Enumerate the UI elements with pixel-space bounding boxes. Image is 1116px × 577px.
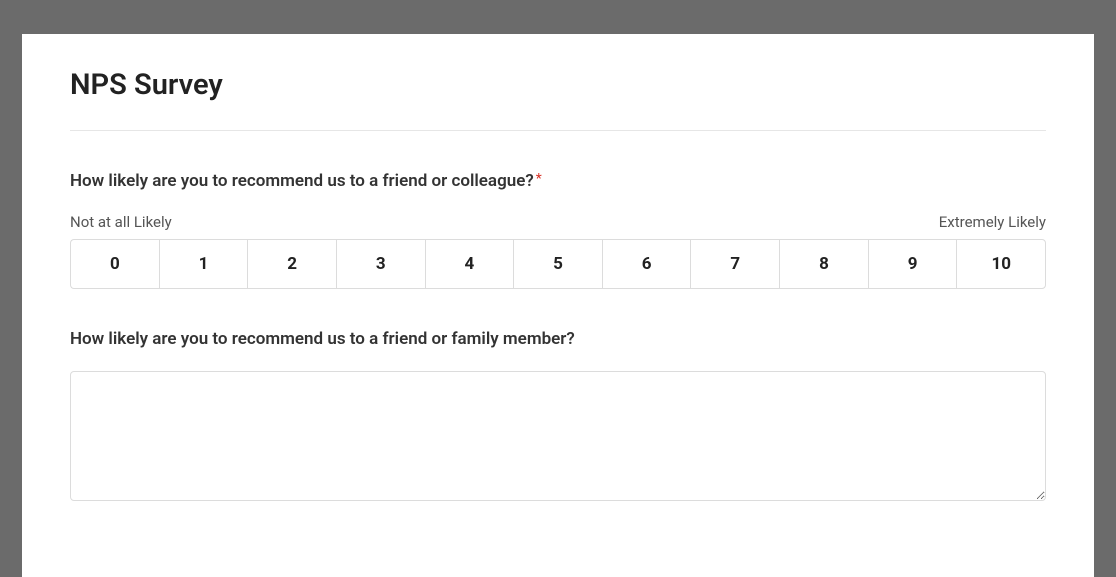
- required-mark: *: [536, 171, 542, 187]
- nps-scale-anchors: Not at all Likely Extremely Likely: [70, 213, 1046, 231]
- nps-rating-5[interactable]: 5: [513, 239, 602, 289]
- nps-rating-9[interactable]: 9: [868, 239, 957, 289]
- question-freetext: How likely are you to recommend us to a …: [70, 329, 1046, 505]
- nps-rating-7[interactable]: 7: [690, 239, 779, 289]
- question-nps-label: How likely are you to recommend us to a …: [70, 171, 1046, 191]
- nps-rating-3[interactable]: 3: [336, 239, 425, 289]
- survey-page: NPS Survey How likely are you to recomme…: [22, 34, 1094, 577]
- freetext-input[interactable]: [70, 371, 1046, 501]
- question-freetext-label: How likely are you to recommend us to a …: [70, 329, 1046, 349]
- title-divider: [70, 130, 1046, 131]
- nps-rating-4[interactable]: 4: [425, 239, 514, 289]
- nps-rating-1[interactable]: 1: [159, 239, 248, 289]
- nps-rating-8[interactable]: 8: [779, 239, 868, 289]
- nps-rating-6[interactable]: 6: [602, 239, 691, 289]
- survey-title: NPS Survey: [70, 68, 1046, 102]
- question-nps: How likely are you to recommend us to a …: [70, 171, 1046, 289]
- nps-rating-row: 0 1 2 3 4 5 6 7 8 9 10: [70, 239, 1046, 289]
- nps-low-anchor: Not at all Likely: [70, 213, 172, 231]
- question-nps-text: How likely are you to recommend us to a …: [70, 171, 534, 191]
- nps-rating-10[interactable]: 10: [956, 239, 1046, 289]
- nps-rating-2[interactable]: 2: [247, 239, 336, 289]
- nps-high-anchor: Extremely Likely: [939, 213, 1046, 231]
- nps-rating-0[interactable]: 0: [70, 239, 159, 289]
